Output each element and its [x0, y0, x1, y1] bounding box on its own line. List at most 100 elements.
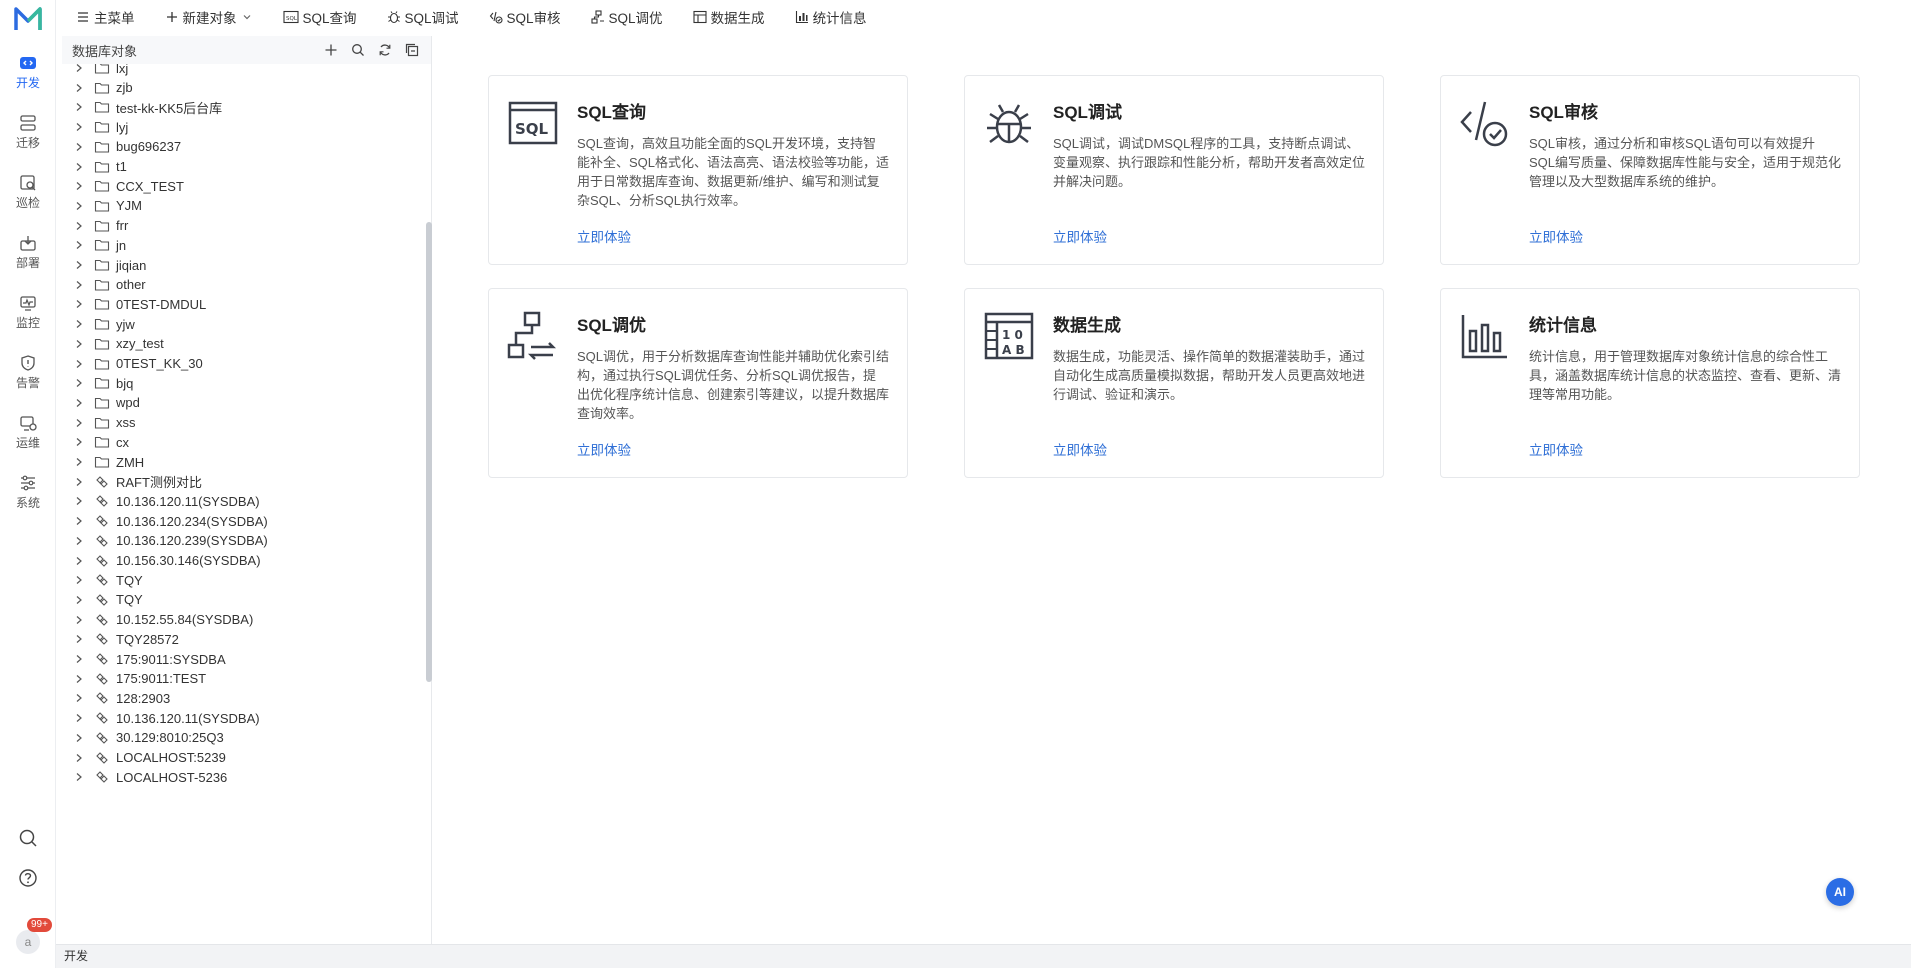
svg-text:SQL: SQL	[286, 16, 298, 22]
chevron-right-icon[interactable]	[74, 418, 88, 428]
chevron-right-icon[interactable]	[74, 772, 88, 782]
main-menu-button[interactable]: 主菜单	[76, 7, 135, 27]
chevron-right-icon[interactable]	[74, 142, 88, 152]
rail-item-inspect[interactable]: 巡检	[0, 168, 56, 224]
chevron-right-icon[interactable]	[74, 299, 88, 309]
rail-item-deploy[interactable]: 部署	[0, 228, 56, 284]
chevron-right-icon[interactable]	[74, 615, 88, 625]
chevron-right-icon[interactable]	[74, 556, 88, 566]
bar-chart-icon	[795, 11, 808, 24]
sql-audit-button[interactable]: SQL审核	[489, 7, 561, 27]
rail-item-label: 迁移	[15, 136, 40, 150]
chevron-right-icon[interactable]	[74, 437, 88, 447]
sql-debug-button[interactable]: SQL调试	[387, 7, 459, 27]
tree-item-label: lyj	[116, 119, 129, 135]
rail-item-label: 系统	[15, 496, 40, 510]
avatar[interactable]: a	[16, 930, 40, 954]
chevron-right-icon[interactable]	[74, 516, 88, 526]
tree-item-label: 10.156.30.146(SYSDBA)	[116, 553, 261, 568]
rail-item-alert[interactable]: 告警	[0, 348, 56, 404]
chevron-right-icon[interactable]	[74, 221, 88, 231]
chevron-right-icon[interactable]	[74, 477, 88, 487]
collapse-all-icon[interactable]	[403, 41, 421, 59]
rail-item-dev[interactable]: 开发	[0, 48, 56, 104]
folder-icon	[94, 376, 110, 390]
try-now-link[interactable]: 立即体验	[577, 226, 631, 246]
rail-item-ops[interactable]: 运维	[0, 408, 56, 464]
try-now-link[interactable]: 立即体验	[1053, 226, 1107, 246]
chevron-right-icon[interactable]	[74, 319, 88, 329]
try-now-link[interactable]: 立即体验	[577, 439, 631, 459]
refresh-icon[interactable]	[376, 41, 394, 59]
connection-icon	[94, 475, 110, 489]
folder-icon	[94, 160, 110, 174]
rail-item-monitor[interactable]: 监控	[0, 288, 56, 344]
folder-icon	[94, 258, 110, 272]
tree-item-label: 10.136.120.234(SYSDBA)	[116, 513, 268, 529]
chevron-right-icon[interactable]	[74, 595, 88, 605]
chevron-right-icon[interactable]	[74, 536, 88, 546]
panel-title: 数据库对象	[72, 43, 138, 59]
svg-text:SQL: SQL	[515, 120, 549, 138]
help-icon[interactable]	[14, 864, 42, 892]
chevron-right-icon[interactable]	[74, 733, 88, 743]
search-icon[interactable]	[349, 41, 367, 59]
chevron-right-icon[interactable]	[74, 201, 88, 211]
sql-query-button[interactable]: SQL SQL查询	[282, 7, 357, 27]
chevron-right-icon[interactable]	[74, 634, 88, 644]
tree-connection-item[interactable]: LOCALHOST-5236	[62, 765, 422, 789]
bug-icon	[987, 104, 1031, 144]
folder-icon	[94, 357, 110, 371]
chevron-right-icon[interactable]	[74, 83, 88, 93]
chevron-right-icon[interactable]	[74, 575, 88, 585]
folder-icon	[94, 199, 110, 213]
rail-item-label: 监控	[15, 316, 40, 330]
folder-icon	[94, 278, 110, 292]
chevron-right-icon[interactable]	[74, 654, 88, 664]
chevron-right-icon[interactable]	[74, 240, 88, 250]
new-object-button[interactable]: 新建对象	[165, 7, 253, 27]
statistics-button[interactable]: 统计信息	[795, 7, 867, 27]
chevron-right-icon[interactable]	[74, 496, 88, 506]
left-nav-rail: 开发 迁移 巡检 部署 监控 告警 运维 系统 a 99+	[0, 0, 56, 968]
folder-icon	[94, 140, 110, 154]
chevron-right-icon[interactable]	[74, 753, 88, 763]
data-gen-button[interactable]: 数据生成	[693, 7, 765, 27]
tree-item-label: other	[116, 277, 146, 293]
try-now-link[interactable]: 立即体验	[1529, 226, 1583, 246]
try-now-link[interactable]: 立即体验	[1529, 439, 1583, 459]
chevron-right-icon[interactable]	[74, 162, 88, 172]
chevron-right-icon[interactable]	[74, 398, 88, 408]
toolbar-item-label: SQL调优	[608, 11, 663, 26]
chevron-right-icon[interactable]	[74, 339, 88, 349]
rail-item-migrate[interactable]: 迁移	[0, 108, 56, 164]
tree-scrollbar[interactable]	[426, 222, 432, 682]
add-icon[interactable]	[322, 41, 340, 59]
try-now-link[interactable]: 立即体验	[1053, 439, 1107, 459]
chevron-right-icon[interactable]	[74, 64, 88, 73]
card-sql-query: SQL SQL查询 SQL查询，高效且功能全面的SQL开发环境，支持智能补全、S…	[488, 75, 908, 265]
chevron-right-icon[interactable]	[74, 457, 88, 467]
tree-item-label: LOCALHOST-5236	[116, 769, 228, 785]
chevron-right-icon[interactable]	[74, 693, 88, 703]
ai-assistant-button[interactable]: AI	[1826, 878, 1854, 906]
search-icon[interactable]	[14, 824, 42, 852]
card-sql-debug: SQL调试 SQL调试，调试DMSQL程序的工具，支持断点调试、变量观察、执行跟…	[964, 75, 1384, 265]
chevron-right-icon[interactable]	[74, 122, 88, 132]
toolbar-item-label: SQL查询	[302, 11, 357, 26]
chevron-right-icon[interactable]	[74, 378, 88, 388]
svg-text:1 0: 1 0	[1002, 328, 1023, 342]
chevron-right-icon[interactable]	[74, 359, 88, 369]
chevron-right-icon[interactable]	[74, 260, 88, 270]
sql-tune-button[interactable]: SQL调优	[590, 7, 663, 27]
chevron-right-icon[interactable]	[74, 713, 88, 723]
card-title: SQL调试	[1053, 103, 1122, 122]
rail-item-system[interactable]: 系统	[0, 468, 56, 524]
chevron-right-icon[interactable]	[74, 181, 88, 191]
tree-item-label: 175:9011:TEST	[116, 671, 207, 687]
card-statistics: 统计信息 统计信息，用于管理数据库对象统计信息的综合性工具，涵盖数据库统计信息的…	[1440, 288, 1860, 478]
chevron-right-icon[interactable]	[74, 280, 88, 290]
chevron-right-icon[interactable]	[74, 674, 88, 684]
folder-icon	[94, 455, 110, 469]
chevron-right-icon[interactable]	[74, 102, 88, 112]
